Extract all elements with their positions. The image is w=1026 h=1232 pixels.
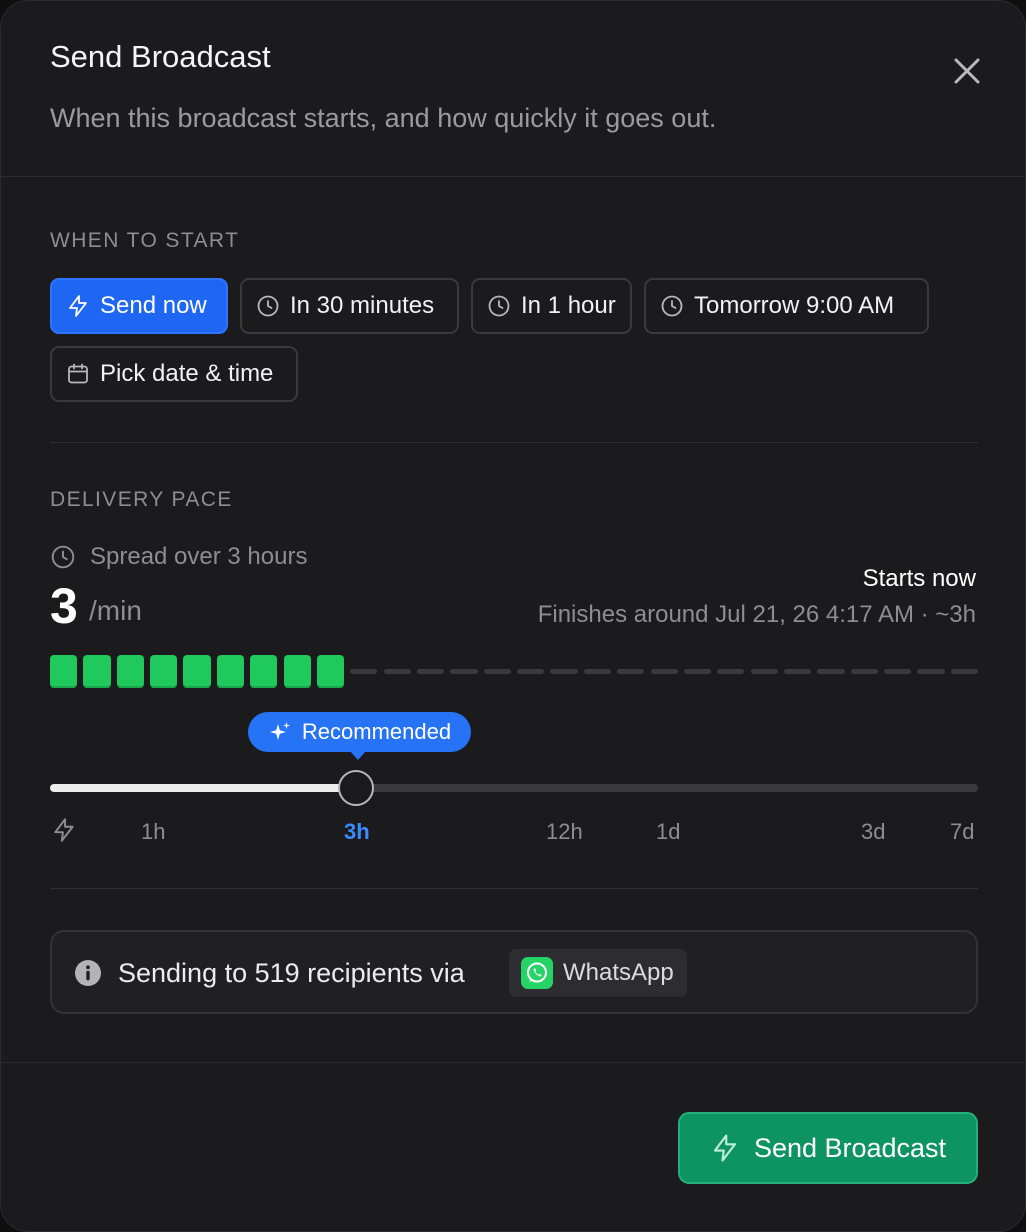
pace-segment-empty — [850, 669, 878, 674]
section-divider — [50, 442, 978, 443]
pace-slider-track[interactable] — [50, 784, 978, 792]
recipients-text: Sending to 519 recipients via — [118, 958, 465, 988]
pace-segment-empty — [483, 669, 511, 674]
pace-segment-empty — [350, 669, 378, 674]
option-in-1-hour[interactable]: In 1 hour — [471, 278, 632, 334]
pace-segment-empty — [583, 669, 611, 674]
pace-segment-empty — [884, 669, 912, 674]
pace-segment-filled — [83, 655, 111, 688]
pace-segment-empty — [917, 669, 945, 674]
recommended-label: Recommended — [301, 719, 452, 744]
dialog-header: Send Broadcast When this broadcast start… — [1, 1, 1025, 177]
pace-segment-bar — [50, 655, 978, 689]
tick-1h[interactable]: 1h — [141, 819, 165, 845]
pace-slider-thumb[interactable] — [338, 770, 375, 806]
tick-1d[interactable]: 1d — [656, 819, 680, 845]
finishes-label: Finishes around Jul 21, 26 4:17 AM · ~3h — [537, 601, 976, 628]
pace-segment-empty — [683, 669, 712, 674]
pace-segment-empty — [950, 669, 978, 674]
option-label: Pick date & time — [100, 360, 274, 387]
send-broadcast-button[interactable]: Send Broadcast — [678, 1112, 978, 1184]
pace-segment-empty — [417, 669, 445, 674]
footer-divider — [1, 1062, 1025, 1063]
pace-segment-filled — [50, 655, 78, 688]
option-send-now[interactable]: Send now — [50, 278, 228, 334]
pace-segment-filled — [250, 655, 278, 688]
clock-icon — [488, 295, 510, 317]
dialog-subtitle: When this broadcast starts, and how quic… — [50, 103, 717, 133]
pace-segment-empty — [617, 669, 645, 674]
pace-segment-empty — [650, 669, 678, 674]
pace-segment-filled — [283, 655, 311, 688]
pace-segment-empty — [383, 669, 411, 674]
close-icon — [954, 58, 980, 84]
lightning-icon[interactable] — [51, 817, 77, 843]
badge-pointer — [350, 751, 366, 760]
tick-3d[interactable]: 3d — [861, 819, 885, 845]
clock-icon — [661, 295, 683, 317]
recommended-badge: Recommended — [248, 712, 471, 760]
pace-segment-empty — [784, 669, 812, 674]
spread-row: Spread over 3 hours — [50, 543, 307, 571]
lightning-icon — [713, 1134, 736, 1162]
channel-name: WhatsApp — [563, 959, 674, 986]
calendar-icon — [68, 363, 88, 384]
rate-value: 3 — [50, 578, 78, 634]
sparkles-icon — [269, 722, 290, 740]
option-label: In 30 minutes — [290, 292, 435, 319]
tick-3h[interactable]: 3h — [344, 819, 370, 845]
pace-segment-filled — [116, 655, 144, 688]
section-divider — [50, 888, 978, 889]
pace-segment-filled — [216, 655, 244, 688]
whatsapp-icon — [521, 957, 553, 989]
clock-icon — [257, 295, 279, 317]
recipients-info: Sending to 519 recipients via WhatsApp — [50, 930, 978, 1014]
pace-segment-filled — [183, 655, 211, 688]
clock-icon — [51, 545, 75, 569]
pace-segment-empty — [750, 669, 778, 674]
pace-segment-empty — [517, 669, 545, 674]
option-pick-date-time[interactable]: Pick date & time — [50, 346, 298, 402]
send-broadcast-dialog: Send Broadcast When this broadcast start… — [0, 0, 1026, 1232]
option-tomorrow-9am[interactable]: Tomorrow 9:00 AM — [644, 278, 929, 334]
option-label: In 1 hour — [521, 292, 616, 319]
close-button[interactable] — [947, 51, 987, 91]
option-in-30-minutes[interactable]: In 30 minutes — [240, 278, 459, 334]
starts-label: Starts now — [862, 565, 976, 592]
tick-7d[interactable]: 7d — [950, 819, 974, 845]
info-icon — [75, 960, 101, 986]
rate-unit: /min — [89, 595, 142, 626]
lightning-icon — [69, 295, 87, 317]
delivery-pace-label: DELIVERY PACE — [50, 488, 233, 511]
option-label: Tomorrow 9:00 AM — [694, 292, 895, 319]
pace-segment-filled — [150, 655, 178, 688]
pace-segment-empty — [550, 669, 578, 674]
dialog-title: Send Broadcast — [50, 39, 271, 74]
pace-segment-empty — [717, 669, 745, 674]
channel-badge: WhatsApp — [509, 949, 687, 997]
tick-12h[interactable]: 12h — [546, 819, 583, 845]
pace-segment-empty — [817, 669, 845, 674]
pace-segment-empty — [450, 669, 478, 674]
pace-segment-filled — [316, 655, 345, 688]
option-label: Send now — [100, 292, 207, 319]
pace-slider-fill — [50, 784, 357, 792]
send-broadcast-label: Send Broadcast — [753, 1132, 947, 1163]
spread-label: Spread over 3 hours — [90, 543, 308, 570]
when-to-start-label: WHEN TO START — [50, 229, 240, 252]
